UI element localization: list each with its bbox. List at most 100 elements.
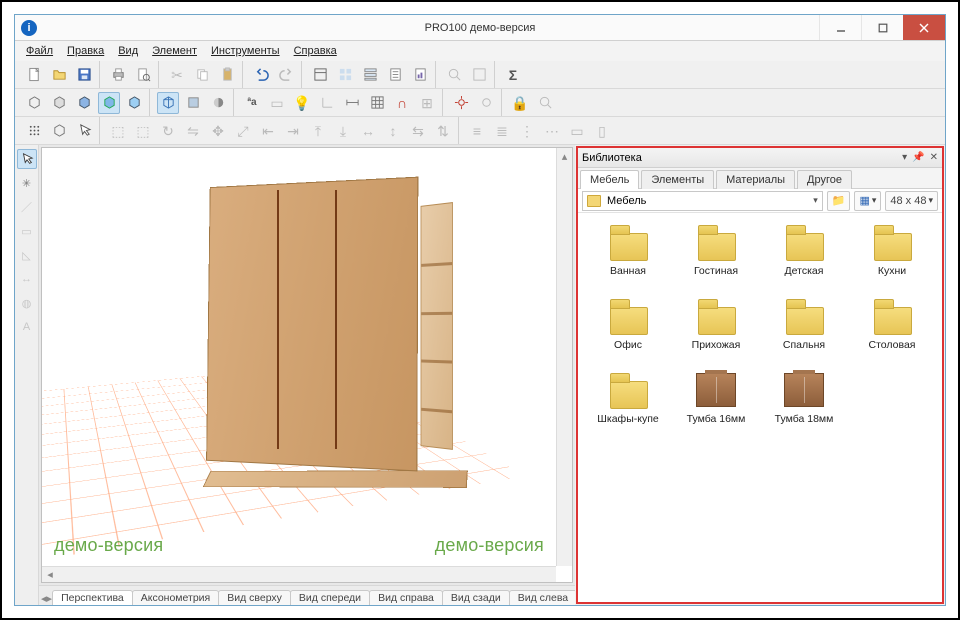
scroll-left-icon[interactable]: ◂ (42, 567, 58, 582)
open-file-button[interactable] (48, 64, 70, 86)
dimensions-button[interactable] (341, 92, 363, 114)
view-outlines-button[interactable] (157, 92, 179, 114)
cut-button[interactable]: ✂ (166, 64, 188, 86)
cursor3d-button[interactable] (48, 120, 70, 142)
axes-button[interactable] (316, 92, 338, 114)
maximize-button[interactable] (861, 15, 903, 40)
light-button[interactable]: 💡 (291, 92, 313, 114)
toggle-library-button[interactable] (309, 64, 331, 86)
snap-button[interactable]: ∩ (391, 92, 413, 114)
align-left-button[interactable]: ⇤ (257, 120, 279, 142)
align-center-v-button[interactable]: ↕ (382, 120, 404, 142)
flip-h-button[interactable]: ⇆ (407, 120, 429, 142)
align-right-button[interactable]: ⇥ (282, 120, 304, 142)
library-item[interactable]: Гостиная (676, 223, 756, 277)
toggle-pricelist-button[interactable] (384, 64, 406, 86)
ortho-button[interactable]: ⊞ (416, 92, 438, 114)
save-button[interactable] (73, 64, 95, 86)
tab-left-view[interactable]: Вид слева (509, 590, 575, 605)
distribute-5-button[interactable]: ▭ (566, 120, 588, 142)
select-tool-button[interactable] (73, 120, 95, 142)
library-tab-other[interactable]: Другое (797, 170, 852, 189)
lock-button[interactable]: 🔒 (509, 92, 531, 114)
new-file-button[interactable] (23, 64, 45, 86)
distribute-3-button[interactable]: ⋮ (516, 120, 538, 142)
scroll-up-icon[interactable]: ▴ (557, 148, 572, 164)
palette-rect[interactable]: ▭ (17, 221, 37, 241)
redo-button[interactable] (275, 64, 297, 86)
align-bottom-button[interactable]: ⤓ (332, 120, 354, 142)
copy-button[interactable] (191, 64, 213, 86)
library-item[interactable]: Ванная (588, 223, 668, 277)
view-textures-button[interactable] (98, 92, 120, 114)
library-pin-icon[interactable]: 📌 (912, 152, 924, 163)
autocenter-button[interactable] (475, 92, 497, 114)
flip-v-button[interactable]: ⇅ (432, 120, 454, 142)
library-item[interactable]: Спальня (764, 297, 844, 351)
viewport[interactable]: демо-версия демо-версия ▴ ◂ (41, 147, 573, 583)
distribute-2-button[interactable]: ≣ (491, 120, 513, 142)
ungroup-button[interactable]: ⬚ (132, 120, 154, 142)
zoom-in-button[interactable] (443, 64, 465, 86)
library-item[interactable]: Кухни (852, 223, 932, 277)
undo-button[interactable] (250, 64, 272, 86)
tab-back-view[interactable]: Вид сзади (442, 590, 510, 605)
rotate-button[interactable]: ↻ (157, 120, 179, 142)
palette-orbit[interactable]: ✳ (17, 173, 37, 193)
toggle-properties-button[interactable] (359, 64, 381, 86)
library-item[interactable]: Шкафы-купе (588, 371, 668, 425)
library-item[interactable]: Детская (764, 223, 844, 277)
palette-measure[interactable]: ↔ (17, 269, 37, 289)
move-tool-button[interactable] (23, 120, 45, 142)
dim-elements-button[interactable]: ▭ (266, 92, 288, 114)
minimize-button[interactable] (819, 15, 861, 40)
library-tab-elements[interactable]: Элементы (641, 170, 714, 189)
labels-button[interactable]: ªa (241, 92, 263, 114)
tab-front-view[interactable]: Вид спереди (290, 590, 370, 605)
library-item[interactable]: Тумба 16мм (676, 371, 756, 425)
library-viewmode-button[interactable]: ▦▾ (854, 191, 881, 211)
view-sketch-button[interactable] (48, 92, 70, 114)
menu-tools[interactable]: Инструменты (204, 43, 287, 59)
paste-button[interactable] (216, 64, 238, 86)
print-button[interactable] (107, 64, 129, 86)
zoom-fit-button[interactable] (468, 64, 490, 86)
palette-pointer[interactable] (17, 149, 37, 169)
tab-perspective[interactable]: Перспектива (52, 590, 133, 605)
library-item[interactable]: Столовая (852, 297, 932, 351)
tab-right-view[interactable]: Вид справа (369, 590, 443, 605)
distribute-6-button[interactable]: ▯ (591, 120, 613, 142)
view-colors-button[interactable] (73, 92, 95, 114)
library-thumbsize-combo[interactable]: 48 x 48▾ (885, 191, 938, 211)
palette-path[interactable]: ◺ (17, 245, 37, 265)
search-button[interactable] (534, 92, 556, 114)
palette-fill[interactable]: ◍ (17, 293, 37, 313)
library-item[interactable]: Прихожая (676, 297, 756, 351)
library-item[interactable]: Офис (588, 297, 668, 351)
menu-file[interactable]: Файл (19, 43, 60, 59)
menu-edit[interactable]: Правка (60, 43, 111, 59)
library-up-button[interactable]: 📁 (827, 191, 851, 211)
library-close-icon[interactable]: ✕ (930, 152, 938, 163)
view-semitransparent-button[interactable] (182, 92, 204, 114)
print-preview-button[interactable] (132, 64, 154, 86)
sum-button[interactable]: Σ (502, 64, 524, 86)
distribute-1-button[interactable]: ≡ (466, 120, 488, 142)
center-button[interactable] (450, 92, 472, 114)
close-button[interactable] (903, 15, 945, 40)
library-dropdown-icon[interactable]: ▾ (902, 152, 907, 163)
palette-line[interactable]: ／ (17, 197, 37, 217)
grid-toggle-button[interactable] (366, 92, 388, 114)
library-tab-materials[interactable]: Материалы (716, 170, 795, 189)
toggle-structure-button[interactable] (334, 64, 356, 86)
canvas-3d[interactable]: демо-версия демо-версия (42, 148, 556, 566)
library-item[interactable]: Тумба 18мм (764, 371, 844, 425)
model-wardrobe[interactable] (201, 181, 417, 465)
horizontal-scrollbar[interactable]: ◂ (42, 566, 556, 582)
menu-element[interactable]: Элемент (145, 43, 204, 59)
menu-view[interactable]: Вид (111, 43, 145, 59)
mirror-button[interactable]: ⇋ (182, 120, 204, 142)
library-path-combo[interactable]: Мебель ▾ (582, 191, 823, 211)
distribute-4-button[interactable]: ⋯ (541, 120, 563, 142)
group-button[interactable]: ⬚ (107, 120, 129, 142)
